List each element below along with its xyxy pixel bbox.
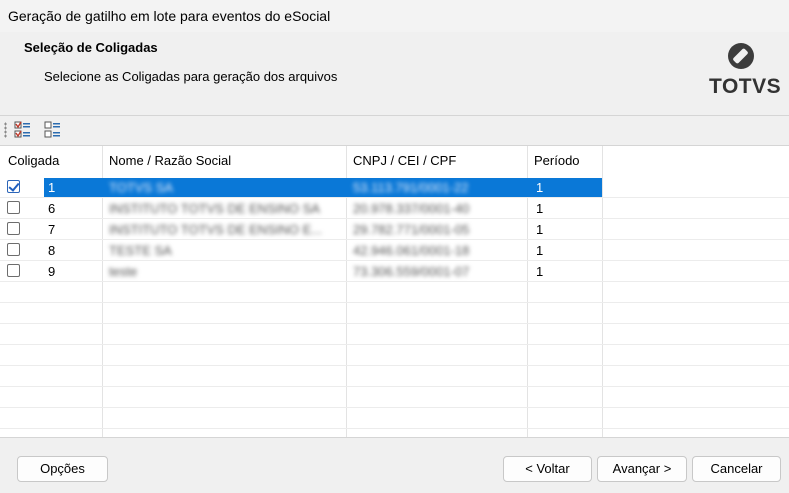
column-header-cnpj[interactable]: CNPJ / CEI / CPF	[353, 146, 456, 176]
cell-coligada: 8	[48, 243, 56, 258]
column-header-nome[interactable]: Nome / Razão Social	[109, 146, 231, 176]
row-divider	[0, 428, 789, 429]
cancel-button[interactable]: Cancelar	[692, 456, 781, 482]
row-checkbox[interactable]	[7, 180, 20, 193]
cell-periodo: 1	[536, 222, 544, 237]
page-title: Seleção de Coligadas	[24, 40, 158, 55]
table-row[interactable]: 6 INSTITUTO TOTVS DE ENSINO SA 20.978.337/…	[0, 198, 789, 219]
select-all-icon[interactable]	[14, 120, 32, 139]
window-titlebar: Geração de gatilho em lote para eventos …	[0, 0, 789, 32]
coligadas-grid[interactable]: Coligada Nome / Razão Social CNPJ / CEI …	[0, 145, 789, 438]
table-row[interactable]: 9 teste 73.306.559/0001-07 1	[0, 261, 789, 282]
cell-periodo: 1	[536, 201, 544, 216]
row-divider	[0, 302, 789, 303]
options-button[interactable]: Opções	[17, 456, 108, 482]
cell-cnpj: 53.113.791/0001-22	[353, 180, 469, 195]
totvs-logo-icon	[728, 43, 754, 69]
row-divider	[0, 407, 789, 408]
cell-nome: teste	[109, 264, 138, 279]
cell-coligada: 6	[48, 201, 56, 216]
row-checkbox[interactable]	[7, 243, 20, 256]
window-title: Geração de gatilho em lote para eventos …	[8, 8, 331, 24]
cell-coligada: 7	[48, 222, 56, 237]
row-checkbox[interactable]	[7, 201, 20, 214]
column-header-coligada[interactable]: Coligada	[8, 146, 59, 176]
cell-coligada: 9	[48, 264, 56, 279]
cell-nome: INSTITUTO TOTVS DE ENSINO SA	[109, 201, 320, 216]
totvs-logo-text: TOTVS	[709, 75, 782, 98]
cell-periodo: 1	[536, 180, 544, 195]
cell-nome: INSTITUTO TOTVS DE ENSINO E...	[109, 222, 323, 237]
row-divider	[0, 344, 789, 345]
cell-nome: TESTE SA	[109, 243, 172, 258]
cell-cnpj: 73.306.559/0001-07	[353, 264, 470, 279]
wizard-header: Seleção de Coligadas Selecione as Coliga…	[0, 32, 789, 116]
next-button[interactable]: Avançar >	[597, 456, 687, 482]
cell-nome: TOTVS SA	[109, 180, 174, 195]
page-subtitle: Selecione as Coligadas para geração dos …	[44, 69, 338, 84]
totvs-logo: TOTVS	[709, 42, 782, 107]
back-button[interactable]: < Voltar	[503, 456, 592, 482]
row-divider	[0, 365, 789, 366]
table-row[interactable]: 7 INSTITUTO TOTVS DE ENSINO E... 29.782.77…	[0, 219, 789, 240]
row-checkbox[interactable]	[7, 264, 20, 277]
column-header-periodo[interactable]: Período	[534, 146, 580, 176]
toolbar-grip[interactable]	[4, 122, 7, 138]
cell-coligada: 1	[48, 180, 56, 195]
table-row[interactable]: 1 TOTVS SA 53.113.791/0001-22 1	[0, 177, 789, 198]
row-divider	[0, 386, 789, 387]
cell-cnpj: 29.782.771/0001-05	[353, 222, 470, 237]
row-divider	[0, 323, 789, 324]
row-checkbox[interactable]	[7, 222, 20, 235]
cell-cnpj: 42.946.061/0001-18	[353, 243, 470, 258]
table-row[interactable]: 8 TESTE SA 42.946.061/0001-18 1	[0, 240, 789, 261]
cell-periodo: 1	[536, 264, 544, 279]
cell-cnpj: 20.978.337/0001-40	[353, 201, 470, 216]
deselect-all-icon[interactable]	[44, 120, 62, 139]
cell-periodo: 1	[536, 243, 544, 258]
toolbar	[0, 117, 789, 143]
